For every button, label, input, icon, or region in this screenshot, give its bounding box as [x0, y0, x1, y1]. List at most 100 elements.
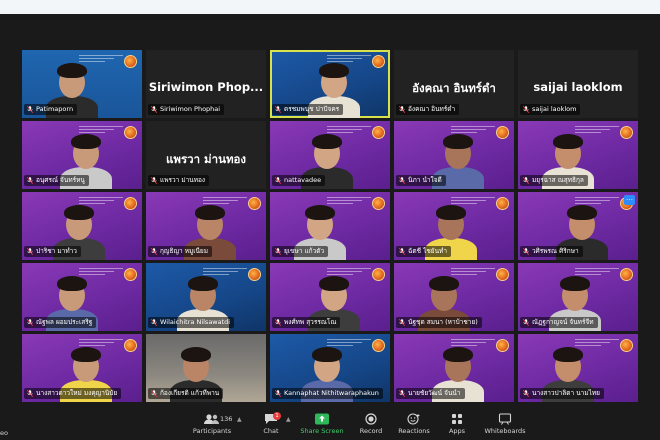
- participant-name-label: ฉัตชี ไชยันทำ: [396, 246, 451, 257]
- participant-tile[interactable]: นางสาวดาวใหม่ มงคุญานิบัย: [22, 334, 142, 402]
- participant-tile[interactable]: กุญธิญา หมูเนียม: [146, 192, 266, 260]
- participant-name-label: ปาริชา มาทำว: [24, 246, 81, 257]
- record-label: Record: [359, 427, 383, 435]
- mic-muted-icon: [523, 106, 529, 113]
- participant-name-label: นางสาวปาลิตา นามไทย: [520, 388, 604, 399]
- reactions-icon: [407, 413, 420, 425]
- participant-display-name: แพรวา ม่านทอง: [165, 152, 247, 166]
- participant-name-label: saijai laoklom: [520, 104, 581, 115]
- apps-button[interactable]: Apps: [444, 413, 470, 435]
- participant-tile[interactable]: อังคณา อินทร์ดำ อังคณา อินทร์ดำ: [394, 50, 514, 118]
- chat-button[interactable]: Chat 1: [258, 412, 284, 435]
- participant-display-name: Siriwimon Phop...: [148, 80, 264, 94]
- participant-tile[interactable]: ปาริชา มาทำว: [22, 192, 142, 260]
- participant-name-text: นางสาวปาลิตา นามไทย: [532, 389, 600, 397]
- participant-name-label: ดรชมพนุช ปาปัจคร: [272, 104, 344, 115]
- reactions-label: Reactions: [398, 427, 430, 435]
- participant-tile[interactable]: วศิรพรณ ศิริกษา …: [518, 192, 638, 260]
- participant-tile[interactable]: นายชัยวัฒน์ จันนำ: [394, 334, 514, 402]
- participant-name-label: ณัฐพล ผอมประเสริฐ: [24, 317, 97, 328]
- participant-tile[interactable]: นัฐชุด สมนา (หาบ้าชาย): [394, 263, 514, 331]
- participant-tile[interactable]: นางสาวปาลิตา นามไทย: [518, 334, 638, 402]
- participant-name-text: ฉัตชี ไชยันทำ: [408, 247, 447, 255]
- participant-name-text: nattavadee: [284, 176, 322, 184]
- participant-name-text: อังคณา อินทร์ดำ: [408, 105, 456, 113]
- participant-name-text: Patimaporn: [36, 105, 74, 113]
- share-screen-icon: [315, 413, 329, 425]
- whiteboards-label: Whiteboards: [484, 427, 526, 435]
- participant-name-text: อนุศรณ์ จันทร์หนู: [36, 176, 85, 184]
- mic-muted-icon: [151, 248, 157, 255]
- participant-name-label: นิภา นำใจดี: [396, 175, 446, 186]
- participant-tile[interactable]: saijai laoklom saijai laoklom: [518, 50, 638, 118]
- mic-muted-icon: [523, 248, 529, 255]
- mic-muted-icon: [27, 106, 33, 113]
- participant-name-text: นายชัยวัฒน์ จันนำ: [408, 389, 461, 397]
- participant-tile[interactable]: Wilaichitra Nilsawatdi: [146, 263, 266, 331]
- participant-name-label: วศิรพรณ ศิริกษา: [520, 246, 583, 257]
- participant-name-text: ปาริชา มาทำว: [36, 247, 77, 255]
- participant-tile[interactable]: Kannaphat Nithitwaraphakun: [270, 334, 390, 402]
- apps-label: Apps: [448, 427, 466, 435]
- share-screen-button[interactable]: Share Screen: [300, 413, 344, 435]
- mic-muted-icon: [399, 248, 405, 255]
- mic-muted-icon: [151, 390, 157, 397]
- reactions-button[interactable]: Reactions: [396, 413, 432, 435]
- more-options-icon[interactable]: …: [624, 195, 635, 205]
- participant-name-text: กุญธิญา หมูเนียม: [160, 247, 209, 255]
- video-button-partial-label[interactable]: eo: [0, 429, 8, 437]
- participants-caret-icon[interactable]: ▲: [237, 416, 242, 423]
- mic-muted-icon: [523, 177, 529, 184]
- participant-name-label: ณัฏฐกาญจน์ จันทร์จีท: [520, 317, 598, 328]
- whiteboards-button[interactable]: Whiteboards: [482, 413, 528, 435]
- mic-muted-icon: [275, 319, 281, 326]
- participant-name-text: ยุเขษา แก้วตัว: [284, 247, 325, 255]
- participant-name-label: มยุรฉาส ณสุทธิกุล: [520, 175, 588, 186]
- participant-name-label: นัฐชุด สมนา (หาบ้าชาย): [396, 317, 482, 328]
- participant-tile[interactable]: ณัฏฐกาญจน์ จันทร์จีท: [518, 263, 638, 331]
- participant-tile[interactable]: พงศ์ทพ สุวรรณโณ: [270, 263, 390, 331]
- participant-name-text: ดรชมพนุช ปาปัจคร: [284, 105, 340, 113]
- participant-tile[interactable]: แพรวา ม่านทอง แพรวา ม่านทอง: [146, 121, 266, 189]
- mic-muted-icon: [27, 319, 33, 326]
- participant-name-label: นายชัยวัฒน์ จันนำ: [396, 388, 465, 399]
- record-button[interactable]: Record: [356, 413, 386, 435]
- mic-muted-icon: [523, 390, 529, 397]
- participant-name-text: ณัฏฐกาญจน์ จันทร์จีท: [532, 318, 594, 326]
- participant-tile[interactable]: Patimaporn: [22, 50, 142, 118]
- participant-name-label: อนุศรณ์ จันทร์หนู: [24, 175, 89, 186]
- participant-tile[interactable]: อนุศรณ์ จันทร์หนู: [22, 121, 142, 189]
- participant-name-text: พงศ์ทพ สุวรรณโณ: [284, 318, 337, 326]
- participant-display-name: saijai laoklom: [533, 80, 623, 94]
- participant-tile[interactable]: Siriwimon Phop... Siriwimon Phophai: [146, 50, 266, 118]
- participant-name-label: อังคณา อินทร์ดำ: [396, 104, 460, 115]
- participant-name-label: ก้องเกียรติ แก้วทีพาน: [148, 388, 224, 399]
- participant-name-text: Wilaichitra Nilsawatdi: [160, 318, 231, 326]
- mic-muted-icon: [399, 106, 405, 113]
- participant-tile[interactable]: ดรชมพนุช ปาปัจคร: [270, 50, 390, 118]
- participant-tile[interactable]: ณัฐพล ผอมประเสริฐ: [22, 263, 142, 331]
- participant-name-label: พงศ์ทพ สุวรรณโณ: [272, 317, 341, 328]
- mic-muted-icon: [399, 390, 405, 397]
- mic-muted-icon: [151, 106, 157, 113]
- chat-caret-icon[interactable]: ▲: [286, 416, 291, 423]
- participant-name-label: Wilaichitra Nilsawatdi: [148, 317, 235, 328]
- participant-name-label: Patimaporn: [24, 104, 78, 115]
- mic-muted-icon: [275, 177, 281, 184]
- participant-tile[interactable]: ยุเขษา แก้วตัว: [270, 192, 390, 260]
- participant-tile[interactable]: ฉัตชี ไชยันทำ: [394, 192, 514, 260]
- mic-muted-icon: [399, 177, 405, 184]
- participant-tile[interactable]: ก้องเกียรติ แก้วทีพาน: [146, 334, 266, 402]
- chat-unread-badge: 1: [273, 412, 281, 420]
- mic-muted-icon: [27, 390, 33, 397]
- mic-muted-icon: [27, 248, 33, 255]
- participant-name-text: แพรวา ม่านทอง: [160, 176, 206, 184]
- participant-name-text: Siriwimon Phophai: [160, 105, 221, 113]
- participant-tile[interactable]: นิภา นำใจดี: [394, 121, 514, 189]
- whiteboard-icon: [498, 413, 512, 425]
- mic-muted-icon: [275, 106, 281, 113]
- share-screen-label: Share Screen: [300, 427, 344, 435]
- participant-name-text: มยุรฉาส ณสุทธิกุล: [532, 176, 584, 184]
- participant-tile[interactable]: มยุรฉาส ณสุทธิกุล: [518, 121, 638, 189]
- participant-tile[interactable]: nattavadee: [270, 121, 390, 189]
